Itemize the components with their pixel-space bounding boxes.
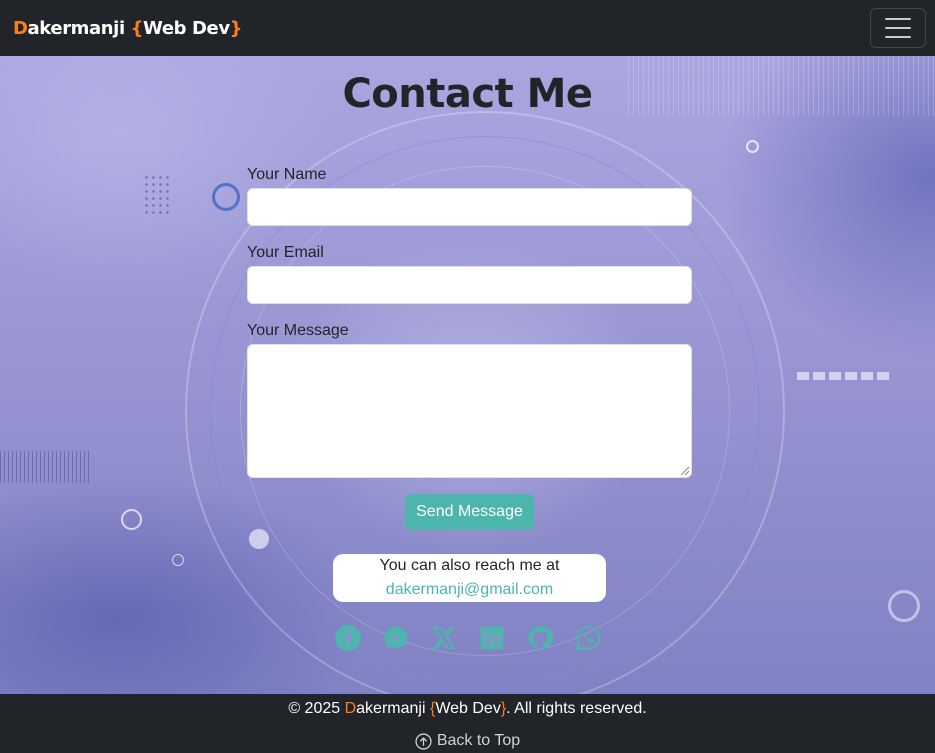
copyright-prefix: © 2025 <box>288 700 345 717</box>
x-twitter-icon[interactable] <box>431 625 457 651</box>
brand-name: akermanji <box>27 17 131 39</box>
brand-logo-link[interactable]: Dakermanji {Web Dev} <box>13 17 243 39</box>
decorative-circle <box>888 590 920 622</box>
brand-open-brace: { <box>130 17 144 39</box>
page-title: Contact Me <box>342 71 593 117</box>
email-label: Your Email <box>247 244 324 261</box>
footer: © 2025 Dakermanji {Web Dev}. All rights … <box>0 694 935 753</box>
back-to-top-label: Back to Top <box>436 732 521 749</box>
name-input[interactable] <box>247 188 692 226</box>
decorative-bars <box>797 372 889 380</box>
navbar-toggler-button[interactable] <box>870 8 926 48</box>
copyright-suffix: . All rights reserved. <box>506 700 647 717</box>
brand-close-brace: } <box>229 17 243 39</box>
hamburger-icon <box>885 27 911 29</box>
resize-handle-icon[interactable] <box>681 467 689 475</box>
github-icon[interactable] <box>527 625 553 651</box>
decorative-circle <box>212 183 240 211</box>
message-textarea[interactable] <box>247 344 692 478</box>
decorative-circle <box>746 140 759 153</box>
navbar: Dakermanji {Web Dev} <box>0 0 935 56</box>
decorative-circle <box>249 529 269 549</box>
footer-brand-name: akermanji <box>356 700 430 717</box>
copyright-text: © 2025 Dakermanji {Web Dev}. All rights … <box>0 700 935 718</box>
send-message-button[interactable]: Send Message <box>405 494 534 530</box>
social-links <box>335 625 601 651</box>
back-to-top-link[interactable]: Back to Top <box>0 732 935 750</box>
linkedin-icon[interactable] <box>479 625 505 651</box>
name-label: Your Name <box>247 166 327 183</box>
whatsapp-icon[interactable] <box>575 625 601 651</box>
email-link[interactable]: dakermanji@gmail.com <box>386 581 553 598</box>
email-input[interactable] <box>247 266 692 304</box>
facebook-icon[interactable] <box>335 625 361 651</box>
reach-text: You can also reach me at <box>379 557 560 574</box>
decorative-lines <box>0 451 90 483</box>
hamburger-icon <box>885 18 911 20</box>
message-label: Your Message <box>247 322 349 339</box>
decorative-dots <box>143 174 171 218</box>
contact-section: Contact Me Your Name Your Email Your Mes… <box>0 56 935 694</box>
brand-web-dev: Web Dev <box>143 17 230 39</box>
footer-web-dev: Web Dev <box>435 700 501 717</box>
hamburger-icon <box>885 36 911 38</box>
decorative-circle <box>172 554 184 566</box>
messenger-icon[interactable] <box>383 625 409 651</box>
contact-email-box: You can also reach me at dakermanji@gmai… <box>333 554 606 602</box>
arrow-up-circle-icon <box>415 732 432 750</box>
brand-first-letter: D <box>13 17 28 39</box>
decorative-circle <box>121 509 142 530</box>
footer-brand-first-letter: D <box>344 700 357 717</box>
